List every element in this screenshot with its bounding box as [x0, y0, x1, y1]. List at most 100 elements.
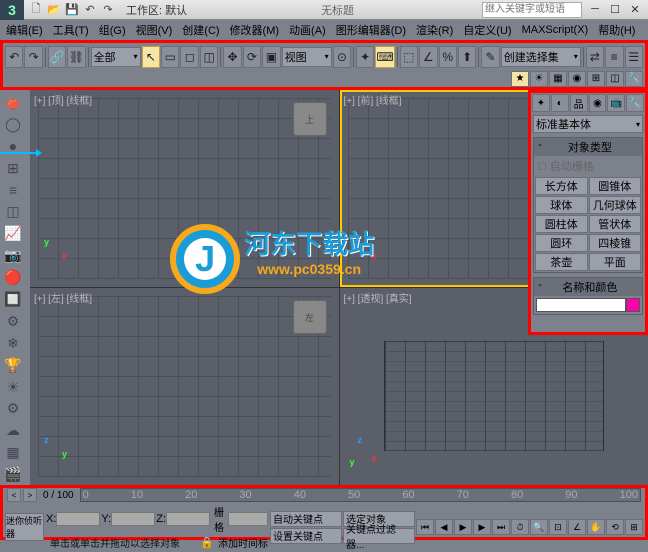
unlink-button[interactable]: ⛓	[67, 46, 85, 68]
name-color-header[interactable]: -名称和颜色	[534, 278, 642, 296]
geosphere-button[interactable]: 几何球体	[589, 196, 642, 214]
move-button[interactable]: ✥	[223, 46, 241, 68]
sun-icon[interactable]: ☀	[2, 377, 24, 398]
list-icon[interactable]: ≡	[2, 180, 24, 201]
play-button[interactable]: ▶	[454, 519, 472, 535]
motion-icon[interactable]: ⚙	[2, 311, 24, 332]
editor-button[interactable]: ✎	[481, 46, 499, 68]
rotate-button[interactable]: ⟳	[243, 46, 261, 68]
cloud-icon[interactable]: ☁	[2, 420, 24, 441]
spinner-snap-button[interactable]: ⬆	[458, 46, 476, 68]
open-icon[interactable]: 📂	[46, 2, 62, 18]
mirror-button[interactable]: ⇄	[586, 46, 604, 68]
menu-rendering[interactable]: 渲染(R)	[412, 20, 457, 40]
z-input[interactable]	[166, 512, 210, 526]
motion-tab[interactable]: ◉	[589, 94, 607, 112]
pyramid-button[interactable]: 四棱锥	[589, 234, 642, 252]
timeline-track[interactable]: 0102030405060708090100	[80, 488, 641, 502]
viewcube-left[interactable]: 左	[293, 300, 327, 334]
close-button[interactable]: ✕	[626, 3, 644, 16]
isolate-toggle[interactable]: ★	[511, 71, 529, 87]
object-color-swatch[interactable]	[626, 298, 640, 312]
goto-end-button[interactable]: ⏭	[492, 519, 510, 535]
menu-animation[interactable]: 动画(A)	[285, 20, 330, 40]
utilities-tab[interactable]: 🔧	[626, 94, 644, 112]
box-button[interactable]: 长方体	[535, 177, 588, 195]
menu-customize[interactable]: 自定义(U)	[459, 20, 515, 40]
menu-group[interactable]: 组(G)	[95, 20, 130, 40]
menu-edit[interactable]: 编辑(E)	[2, 20, 47, 40]
render-icon[interactable]: 🎬	[2, 464, 24, 485]
key-filter-button[interactable]: 关键点过滤器...	[343, 528, 415, 544]
grid-input[interactable]	[228, 512, 268, 526]
new-icon[interactable]: 🗋	[28, 2, 44, 18]
layers-button[interactable]: ☰	[625, 46, 643, 68]
cone-button[interactable]: 圆锥体	[589, 177, 642, 195]
minimize-button[interactable]: ─	[586, 3, 604, 16]
viewport-top[interactable]: [+] [顶] [线框] 上 xy	[30, 90, 339, 287]
goto-start-button[interactable]: ⏮	[416, 519, 434, 535]
prev-frame-button[interactable]: ◀	[435, 519, 453, 535]
ann-btn-4[interactable]: ⊞	[587, 71, 605, 87]
ann-btn-1[interactable]: ☀	[530, 71, 548, 87]
menu-graph[interactable]: 图形编辑器(D)	[332, 20, 410, 40]
tube-button[interactable]: 管状体	[589, 215, 642, 233]
lock-icon[interactable]: 🔒	[200, 536, 214, 549]
set-key-button[interactable]: 设置关键点	[270, 528, 342, 544]
undo-icon[interactable]: ↶	[82, 2, 98, 18]
display-tab[interactable]: 📺	[607, 94, 625, 112]
x-input[interactable]	[56, 512, 100, 526]
ann-btn-3[interactable]: ◉	[568, 71, 586, 87]
menu-tools[interactable]: 工具(T)	[49, 20, 93, 40]
save-icon[interactable]: 💾	[64, 2, 80, 18]
modify-tab[interactable]: ◐	[551, 94, 569, 112]
redo-button[interactable]: ↷	[24, 46, 42, 68]
ann-btn-2[interactable]: ▦	[549, 71, 567, 87]
undo-button[interactable]: ↶	[5, 46, 23, 68]
hierarchy-tab[interactable]: 品	[570, 94, 588, 112]
zoom-button[interactable]: 🔍	[530, 519, 548, 535]
sphere-button[interactable]: 球体	[535, 196, 588, 214]
particle-icon[interactable]: ❄	[2, 333, 24, 354]
viewcube-top[interactable]: 上	[293, 102, 327, 136]
ann-btn-5[interactable]: ◫	[606, 71, 624, 87]
maximize-viewport-button[interactable]: ⊞	[625, 519, 643, 535]
select-button[interactable]: ↖	[142, 46, 160, 68]
auto-key-button[interactable]: 自动关键点	[270, 511, 342, 527]
redo-icon[interactable]: ↷	[100, 2, 116, 18]
grid-icon[interactable]: ⊞	[2, 158, 24, 179]
menu-create[interactable]: 创建(C)	[178, 20, 223, 40]
menu-modifiers[interactable]: 修改器(M)	[226, 20, 284, 40]
graph-icon[interactable]: 📈	[2, 223, 24, 244]
link-button[interactable]: 🔗	[48, 46, 66, 68]
cylinder-button[interactable]: 圆柱体	[535, 215, 588, 233]
torus-button[interactable]: 圆环	[535, 234, 588, 252]
plane-button[interactable]: 平面	[589, 253, 642, 271]
manip-button[interactable]: ✦	[356, 46, 374, 68]
shape-icon[interactable]: ◯	[2, 114, 24, 135]
menu-help[interactable]: 帮助(H)	[594, 20, 639, 40]
material-icon[interactable]: 🔴	[2, 267, 24, 288]
fov-button[interactable]: ∠	[568, 519, 586, 535]
maximize-button[interactable]: ☐	[606, 3, 624, 16]
angle-snap-button[interactable]: ∠	[419, 46, 437, 68]
texture-icon[interactable]: ▦	[2, 442, 24, 463]
named-selection-dropdown[interactable]: 创建选择集	[501, 47, 581, 67]
help-search-input[interactable]	[482, 2, 582, 18]
camera-icon[interactable]: 📷	[2, 245, 24, 266]
timeline[interactable]: < > 0 / 100 0102030405060708090100	[3, 488, 645, 502]
scale-button[interactable]: ▣	[262, 46, 280, 68]
cup-icon[interactable]: 🏆	[2, 355, 24, 376]
percent-snap-button[interactable]: %	[439, 46, 457, 68]
y-input[interactable]	[111, 512, 155, 526]
object-type-header[interactable]: -对象类型	[534, 138, 642, 156]
orbit-button[interactable]: ⟲	[606, 519, 624, 535]
timeline-next[interactable]: >	[23, 488, 37, 502]
selection-filter-dropdown[interactable]: 全部	[91, 47, 141, 67]
workspace-selector[interactable]: 工作区: 默认	[120, 2, 193, 18]
window-crossing-button[interactable]: ◫	[200, 46, 218, 68]
create-tab[interactable]: ✦	[532, 94, 550, 112]
viewport-left[interactable]: [+] [左] [线框] 左 yz	[30, 288, 339, 485]
mini-listener[interactable]: 迷你侦听器	[5, 513, 44, 541]
menu-maxscript[interactable]: MAXScript(X)	[518, 22, 593, 38]
